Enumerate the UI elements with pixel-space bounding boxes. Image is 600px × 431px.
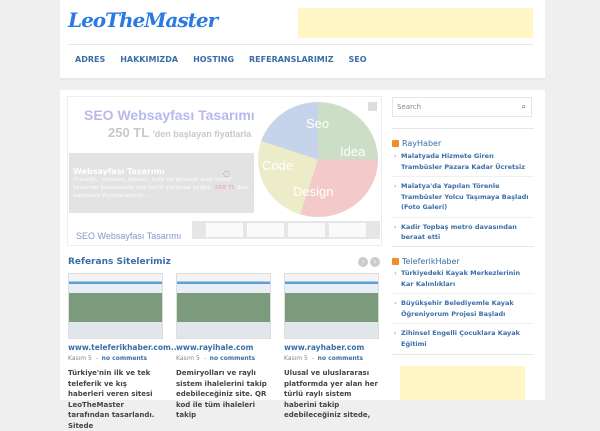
site-logo[interactable]: LeoTheMaster [68,8,218,32]
widget-item[interactable]: Kadir Topbaş metro davasından beraat ett… [392,222,534,247]
reference-link[interactable]: www.rayihale.com [176,343,271,352]
reference-card: www.teleferikhaber.com... Kasım 5 - no c… [68,273,179,431]
pie-label: Seo [306,116,330,131]
divider [392,354,534,355]
thumbnail[interactable] [247,223,284,237]
divider [392,246,534,247]
reference-card: www.rayhaber.com Kasım 5 - no comments U… [284,273,379,421]
widget-item[interactable]: Malatya'da Yapılan Törenle Trambüsler Yo… [392,181,534,218]
nav-hakkimizda[interactable]: HAKKIMIZDA [120,55,178,64]
rss-icon [392,140,399,147]
loading-spinner-icon: ◌ [223,169,230,178]
nav-seo[interactable]: SEO [349,55,367,64]
pie-label: Code [262,158,294,173]
ad-banner-side[interactable] [400,366,525,400]
page: LeoTheMaster ADRES HAKKIMIZDA HOSTING RE… [60,0,600,430]
search-input[interactable]: Search ⌕ [392,97,532,117]
divider [68,44,533,45]
slide-headline: SEO Websayfası Tasarımı [84,107,255,123]
post-date: Kasım 5 [284,355,308,362]
widget-item[interactable]: Türkiyedeki Kayak Merkezlerinin Kar Kalı… [392,268,534,294]
rss-icon [392,258,399,265]
references-heading: Referans Sitelerimiz [68,257,171,267]
reference-link[interactable]: www.teleferikhaber.com... [68,343,179,352]
post-date: Kasım 5 [68,355,92,362]
widget-title[interactable]: RayHaber [392,139,441,148]
site-screenshot[interactable] [176,273,271,339]
widget-item[interactable]: Büyükşehir Belediyemle Kayak Öğreniyorum… [392,298,534,324]
post-meta: Kasım 5 - no comments [176,355,256,362]
widget-title[interactable]: TeleferikHaber [392,257,460,266]
slide-price: 250 TL 'den başlayan fiyatlarla [108,125,251,140]
widget-item[interactable]: Zihinsel Engelli Çocuklara Kayak Eğitimi [392,328,534,353]
featured-slider[interactable]: SEO Websayfası Tasarımı 250 TL 'den başl… [67,96,382,246]
comments-link[interactable]: no comments [210,355,255,362]
search-icon[interactable]: ⌕ [522,102,526,112]
caption-price: 250 TL [214,185,236,191]
pie-label: Idea [340,144,366,159]
main-nav: ADRES HAKKIMIZDA HOSTING REFERANSLARIMIZ… [75,55,367,64]
widget-title-text: RayHaber [402,139,442,148]
reference-card: www.rayihale.com Kasım 5 - no comments D… [176,273,271,421]
next-slide-title: SEO Websayfası Tasarımı [74,231,184,241]
price-suffix: 'den başlayan fiyatlarla [152,129,252,139]
caption-text: Prestijli, işlevsel, görsel, hızlı ve gü… [73,176,250,200]
site-screenshot[interactable] [284,273,379,339]
ad-banner-top[interactable] [298,8,533,38]
post-meta: Kasım 5 - no comments [284,355,364,362]
next-arrow-icon[interactable]: › [370,257,380,267]
reference-excerpt: Demiryolları ve raylı sistem ihalelerini… [176,369,267,419]
post-meta: Kasım 5 - no comments [68,355,148,362]
thumbnail[interactable] [288,223,325,237]
reference-link[interactable]: www.rayhaber.com [284,343,379,352]
reference-excerpt: Ulusal ve uluslararası platformda yer al… [284,369,378,419]
nav-hosting[interactable]: HOSTING [193,55,234,64]
comments-link[interactable]: no comments [318,355,363,362]
widget-list: Türkiyedeki Kayak Merkezlerinin Kar Kalı… [392,268,534,357]
divider [392,128,534,129]
price: 250 TL [108,125,149,140]
spacer [60,80,600,90]
prev-arrow-icon[interactable]: ‹ [358,257,368,267]
thumbnail[interactable] [206,223,243,237]
widget-list: Malatyada Hizmete Giren Trambüsler Pazar… [392,151,534,251]
slider-control-button[interactable] [368,102,377,111]
widget-title-text: TeleferikHaber [402,257,460,266]
site-screenshot[interactable] [68,273,163,339]
caption-body: Prestijli, işlevsel, görsel, hızlı ve gü… [73,177,232,191]
nav-referanslarimiz[interactable]: REFERANSLARIMIZ [249,55,334,64]
widget-item[interactable]: Malatyada Hizmete Giren Trambüsler Pazar… [392,151,534,177]
slide-caption: Websayfası Tasarımı Prestijli, işlevsel,… [69,153,254,213]
seo-pie-image: Seo Idea Code Design [258,102,378,217]
post-date: Kasım 5 [176,355,200,362]
pie-label: Design [293,184,334,199]
thumbnail[interactable] [329,223,366,237]
nav-adres[interactable]: ADRES [75,55,105,64]
slider-thumbnails [192,221,380,239]
search-placeholder: Search [397,103,422,111]
comments-link[interactable]: no comments [102,355,147,362]
